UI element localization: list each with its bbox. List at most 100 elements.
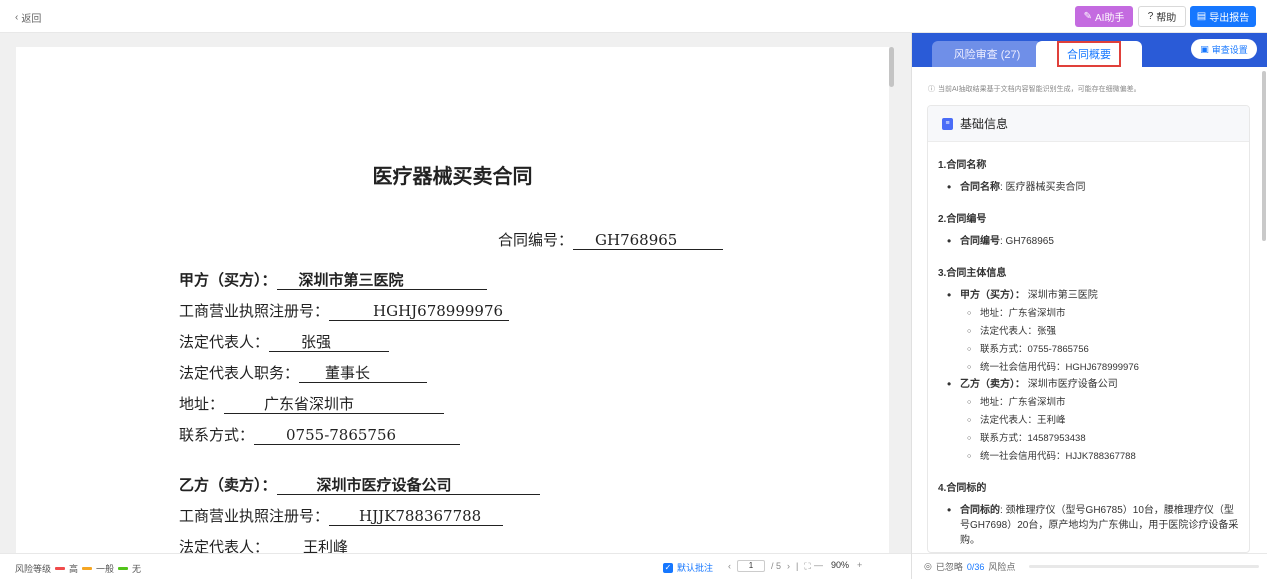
back-button[interactable]: ‹ 返回 (15, 10, 41, 25)
contract-number-label: 合同编号： (498, 231, 574, 249)
default-annotation-label: 默认批注 (677, 563, 714, 573)
prev-page-icon[interactable]: ‹ (728, 561, 731, 571)
risk-level-label: 风险等级 (15, 564, 52, 574)
ai-notice: ⓘ 当前AI抽取结果基于文档内容智能识别生成，可能存在细微偏差。 (928, 84, 1141, 94)
magic-wand-icon: ✎ (1083, 11, 1092, 22)
party-a-credit-code: 统一社会信用代码：HGHJ678999976 (938, 359, 1239, 377)
section-contract-name: 1.合同名称 (938, 160, 987, 171)
document-icon: ▤ (1196, 11, 1207, 22)
list-item: 甲方（买方）： 深圳市第三医院 (938, 288, 1239, 303)
review-settings-button[interactable]: ▣ 审查设置 (1191, 39, 1257, 59)
party-a-value: 深圳市第三医院 (1025, 290, 1098, 301)
export-report-button[interactable]: ▤ 导出报告 (1190, 6, 1256, 27)
checkmark-icon: ✓ (663, 562, 673, 573)
ignored-progress-bar (1029, 565, 1260, 568)
top-bar: ‹ 返回 ✎ AI助手 ? 帮助 ▤ 导出报告 (0, 0, 1267, 33)
document-scrollbar[interactable] (889, 47, 894, 87)
party-b-credit-code: 统一社会信用代码：HJJK788367788 (938, 448, 1239, 466)
chevron-left-icon: ‹ (15, 12, 19, 23)
party-a-reg-label: 工商营业执照注册号： (179, 302, 330, 320)
zoom-control: — 90% + (814, 560, 862, 570)
party-a-address-line: 地址： 广东省深圳市 (179, 393, 445, 414)
list-item: 乙方（卖方）： 深圳市医疗设备公司 (938, 377, 1239, 392)
party-a-label: 甲方（买方）： (179, 271, 277, 289)
contract-number-label: 合同编号 (960, 236, 1000, 247)
tab-contract-summary[interactable]: 合同概要 (1036, 41, 1142, 67)
list-icon: ≡ (942, 117, 953, 130)
risk-none-label: 无 (132, 564, 142, 574)
party-a-phone-value: 0755-7865756 (254, 426, 461, 445)
review-panel: 风险审查 (27) 合同概要 ▣ 审查设置 ⓘ 当前AI抽取结果基于文档内容智能… (911, 33, 1267, 579)
contract-name-label: 合同名称 (960, 182, 1000, 193)
contract-number-value: GH768965 (573, 231, 724, 250)
list-item: 合同编号: GH768965 (938, 234, 1239, 249)
party-a-address-label: 地址： (179, 395, 225, 413)
party-a-line: 甲方（买方）： 深圳市第三医院 (179, 269, 487, 290)
next-page-icon[interactable]: › (787, 561, 790, 571)
party-b-rep-label: 法定代表人： (179, 538, 270, 553)
panel-tabs: 风险审查 (27) 合同概要 ▣ 审查设置 (912, 33, 1267, 67)
info-icon: ⓘ (928, 86, 935, 93)
tab-risk-review[interactable]: 风险审查 (27) (932, 41, 1042, 67)
party-a-label: 甲方（买方）： (960, 290, 1025, 301)
default-annotation-checkbox[interactable]: ✓ 默认批注 (663, 561, 713, 574)
viewer-bottom-bar: 风险等级 高 一般 无 ✓ 默认批注 ‹ 1 / 5 › | ⛶ — 90% + (0, 553, 911, 579)
zoom-out-icon[interactable]: — (814, 560, 823, 570)
fit-screen-icon[interactable]: ⛶ (804, 561, 810, 572)
list-item: 合同标的: 颈椎理疗仪（型号GH6785）10台，腰椎理疗仪（型号GH7698）… (938, 503, 1239, 548)
party-a-address: 地址：广东省深圳市 (938, 305, 1239, 323)
party-b-value: 深圳市医疗设备公司 (1025, 379, 1118, 390)
panel-footer: ◎ 已忽略 0/36 风险点 (912, 553, 1267, 579)
settings-icon: ▣ (1200, 43, 1209, 54)
zoom-in-icon[interactable]: + (857, 560, 862, 570)
basic-info-title: 基础信息 (960, 117, 1009, 131)
party-b-reg-label: 工商营业执照注册号： (179, 507, 330, 525)
section-parties: 3.合同主体信息 (938, 268, 1007, 279)
party-a-phone-label: 联系方式： (179, 426, 255, 444)
party-b-reg-line: 工商营业执照注册号： HJJK788367788 (179, 505, 504, 526)
party-b-address: 地址：广东省深圳市 (938, 394, 1239, 412)
tab-risk-review-label: 风险审查 (27) (953, 49, 1021, 61)
panel-scrollbar[interactable] (1262, 71, 1266, 241)
section-contract-number: 2.合同编号 (938, 214, 987, 225)
page-input[interactable]: 1 (737, 560, 765, 572)
party-b-label: 乙方（卖方）： (960, 379, 1025, 390)
contract-name-value: : 医疗器械买卖合同 (1000, 182, 1086, 193)
risk-mid-label: 一般 (96, 564, 115, 574)
question-circle-icon: ? (1147, 11, 1154, 22)
party-a-rep-line: 法定代表人： 张强 (179, 331, 390, 352)
document-title: 医疗器械买卖合同 (372, 164, 533, 188)
page-total: / 5 (771, 561, 782, 571)
help-button[interactable]: ? 帮助 (1138, 6, 1186, 27)
party-b-label: 乙方（卖方）： (179, 476, 277, 494)
party-a-reg-line: 工商营业执照注册号： HGHJ678999976 (179, 300, 510, 321)
subject-label: 合同标的 (960, 505, 1000, 516)
subject-value: : 颈椎理疗仪（型号GH6785）10台，腰椎理疗仪（型号GH7698）20台，… (960, 505, 1239, 546)
contract-number-line: 合同编号： GH768965 (498, 229, 724, 250)
document-viewer: 医疗器械买卖合同 合同编号： GH768965 甲方（买方）： 深圳市第三医院 工商… (0, 33, 911, 553)
party-a-rep: 法定代表人：张强 (938, 323, 1239, 341)
ai-assistant-label: AI助手 (1094, 13, 1125, 24)
list-item: 合同名称: 医疗器械买卖合同 (938, 180, 1239, 195)
risk-legend: 风险等级 高 一般 无 (15, 562, 141, 575)
review-settings-label: 审查设置 (1211, 44, 1248, 55)
party-b-value: 深圳市医疗设备公司 (276, 476, 540, 495)
party-a-phone: 联系方式：0755-7865756 (938, 341, 1239, 359)
party-b-rep-value: 王利峰 (269, 538, 419, 553)
ai-notice-text: 当前AI抽取结果基于文档内容智能识别生成，可能存在细微偏差。 (938, 86, 1141, 93)
party-b-rep-line: 法定代表人： 王利峰 (179, 536, 419, 553)
risk-high-swatch (55, 567, 66, 570)
tab-contract-summary-label: 合同概要 (1057, 41, 1121, 67)
help-label: 帮助 (1156, 13, 1177, 24)
party-a-rep-value: 张强 (269, 333, 390, 352)
party-a-rep-label: 法定代表人： (179, 333, 270, 351)
divider: | (796, 561, 799, 571)
ai-assistant-button[interactable]: ✎ AI助手 (1075, 6, 1133, 27)
party-b-phone: 联系方式：14587953438 (938, 430, 1239, 448)
party-a-reg-value: HGHJ678999976 (329, 302, 510, 321)
basic-info-body: 1.合同名称 合同名称: 医疗器械买卖合同 2.合同编号 合同编号: GH768… (928, 142, 1249, 548)
party-a-rep-title-value: 董事长 (299, 364, 428, 383)
back-label: 返回 (21, 14, 42, 25)
pagination: ‹ 1 / 5 › | ⛶ (728, 560, 811, 572)
party-b-reg-value: HJJK788367788 (329, 507, 504, 526)
